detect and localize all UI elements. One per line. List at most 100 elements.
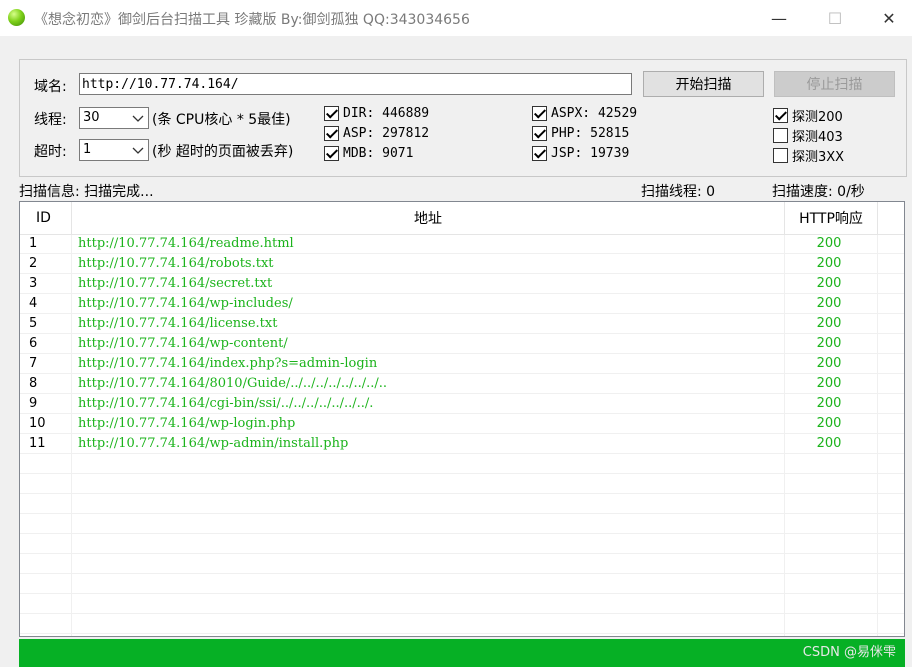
table-row[interactable]: 1 http://10.77.74.164/readme.html 200 (20, 234, 904, 254)
maximize-button[interactable]: ☐ (812, 0, 858, 36)
dict-asp-checkbox[interactable]: ASP: 297812 (324, 126, 429, 141)
probe-3xx-checkbox[interactable]: 探测3XX (773, 146, 844, 165)
empty-row (20, 474, 904, 494)
table-row[interactable]: 8 http://10.77.74.164/8010/Guide/../../..… (20, 374, 904, 394)
row-url: http://10.77.74.164/index.php?s=admin-lo… (78, 356, 378, 371)
threads-value: 30 (83, 110, 100, 125)
results-table[interactable]: ID 地址 HTTP响应 1 http://10.77.74.164/readme… (19, 201, 905, 637)
dict-php-checkbox[interactable]: PHP: 52815 (532, 126, 629, 141)
row-id: 8 (29, 376, 38, 391)
row-url: http://10.77.74.164/wp-content/ (78, 336, 288, 351)
row-id: 1 (29, 236, 38, 251)
checkbox-icon (324, 146, 339, 161)
maximize-icon: ☐ (827, 8, 843, 28)
row-id: 5 (29, 316, 38, 331)
checkbox-icon (532, 126, 547, 141)
probe-200-checkbox[interactable]: 探测200 (773, 106, 843, 125)
watermark: CSDN @易侎雫 (802, 645, 896, 660)
empty-row (20, 454, 904, 474)
row-http-code: 200 (816, 416, 842, 431)
threads-label: 线程: (34, 112, 67, 128)
title-bar: 《想念初恋》御剑后台扫描工具 珍藏版 By:御剑孤独 QQ:343034656 … (0, 0, 912, 36)
row-http-code: 200 (816, 316, 842, 331)
checkbox-icon (532, 106, 547, 121)
timeout-hint: (秒 超时的页面被丢弃) (152, 144, 294, 160)
app-icon (8, 9, 25, 26)
dict-jsp-checkbox[interactable]: JSP: 19739 (532, 146, 629, 161)
chevron-down-icon (132, 115, 144, 122)
row-http-code: 200 (816, 336, 842, 351)
row-url: http://10.77.74.164/secret.txt (78, 276, 273, 291)
checkbox-icon (532, 146, 547, 161)
table-row[interactable]: 4 http://10.77.74.164/wp-includes/200 (20, 294, 904, 314)
row-http-code: 200 (816, 356, 842, 371)
dict-mdb-checkbox[interactable]: MDB: 9071 (324, 146, 413, 161)
table-row[interactable]: 11 http://10.77.74.164/wp-admin/install.p… (20, 434, 904, 454)
row-url: http://10.77.74.164/8010/Guide/../../../… (78, 376, 388, 391)
domain-input[interactable] (79, 73, 632, 95)
row-id: 11 (29, 436, 46, 451)
table-row[interactable]: 3 http://10.77.74.164/secret.txt 200 (20, 274, 904, 294)
empty-row (20, 554, 904, 574)
column-header-url[interactable]: 地址 (72, 202, 785, 234)
row-id: 7 (29, 356, 38, 371)
empty-row (20, 534, 904, 554)
row-url: http://10.77.74.164/wp-admin/install.php (78, 436, 349, 451)
close-button[interactable]: ✕ (866, 0, 912, 36)
row-id: 9 (29, 396, 38, 411)
row-url: http://10.77.74.164/wp-login.php (78, 416, 296, 431)
scan-speed: 扫描速度: 0/秒 (772, 184, 865, 200)
row-http-code: 200 (816, 396, 842, 411)
empty-row (20, 514, 904, 534)
row-url: http://10.77.74.164/wp-includes/ (78, 296, 293, 311)
table-row[interactable]: 5 http://10.77.74.164/license.txt 200 (20, 314, 904, 334)
empty-row (20, 494, 904, 514)
stop-scan-button[interactable]: 停止扫描 (774, 71, 895, 97)
dict-dir-checkbox[interactable]: DIR: 446889 (324, 106, 429, 121)
empty-row (20, 614, 904, 634)
table-row[interactable]: 6 http://10.77.74.164/wp-content/200 (20, 334, 904, 354)
row-url: http://10.77.74.164/license.txt (78, 316, 278, 331)
row-id: 10 (29, 416, 46, 431)
scan-threads: 扫描线程: 0 (641, 184, 716, 200)
start-scan-button[interactable]: 开始扫描 (643, 71, 764, 97)
table-header: ID 地址 HTTP响应 (20, 202, 904, 235)
row-url: http://10.77.74.164/cgi-bin/ssi/../../..… (78, 396, 374, 411)
settings-panel: 域名: 开始扫描 停止扫描 线程: 30 (条 CPU核心 * 5最佳) 超时:… (19, 59, 907, 177)
row-id: 6 (29, 336, 38, 351)
row-url: http://10.77.74.164/robots.txt (78, 256, 274, 271)
empty-row (20, 594, 904, 614)
checkbox-icon (773, 108, 788, 123)
minimize-button[interactable]: — (756, 0, 802, 36)
close-icon: ✕ (882, 8, 896, 28)
table-row[interactable]: 9 http://10.77.74.164/cgi-bin/ssi/../../.… (20, 394, 904, 414)
timeout-select[interactable]: 1 (79, 139, 149, 161)
row-http-code: 200 (816, 436, 842, 451)
timeout-value: 1 (83, 142, 92, 157)
timeout-label: 超时: (34, 144, 67, 160)
dict-aspx-checkbox[interactable]: ASPX: 42529 (532, 106, 637, 121)
row-id: 4 (29, 296, 38, 311)
checkbox-icon (324, 106, 339, 121)
table-row[interactable]: 7 http://10.77.74.164/index.php?s=admin-l… (20, 354, 904, 374)
checkbox-icon (324, 126, 339, 141)
row-http-code: 200 (816, 376, 842, 391)
row-id: 3 (29, 276, 38, 291)
threads-select[interactable]: 30 (79, 107, 149, 129)
threads-hint: (条 CPU核心 * 5最佳) (152, 112, 291, 128)
row-id: 2 (29, 256, 38, 271)
row-http-code: 200 (816, 236, 842, 251)
probe-403-checkbox[interactable]: 探测403 (773, 126, 843, 145)
table-row[interactable]: 10 http://10.77.74.164/wp-login.php 200 (20, 414, 904, 434)
row-http-code: 200 (816, 276, 842, 291)
scan-info: 扫描信息: 扫描完成... (19, 184, 154, 200)
minimize-icon: — (771, 8, 787, 28)
column-header-id[interactable]: ID (20, 202, 72, 234)
row-url: http://10.77.74.164/readme.html (78, 236, 294, 251)
empty-row (20, 574, 904, 594)
table-row[interactable]: 2 http://10.77.74.164/robots.txt 200 (20, 254, 904, 274)
column-header-http[interactable]: HTTP响应 (785, 202, 878, 234)
checkbox-icon (773, 128, 788, 143)
chevron-down-icon (132, 147, 144, 154)
row-http-code: 200 (816, 296, 842, 311)
